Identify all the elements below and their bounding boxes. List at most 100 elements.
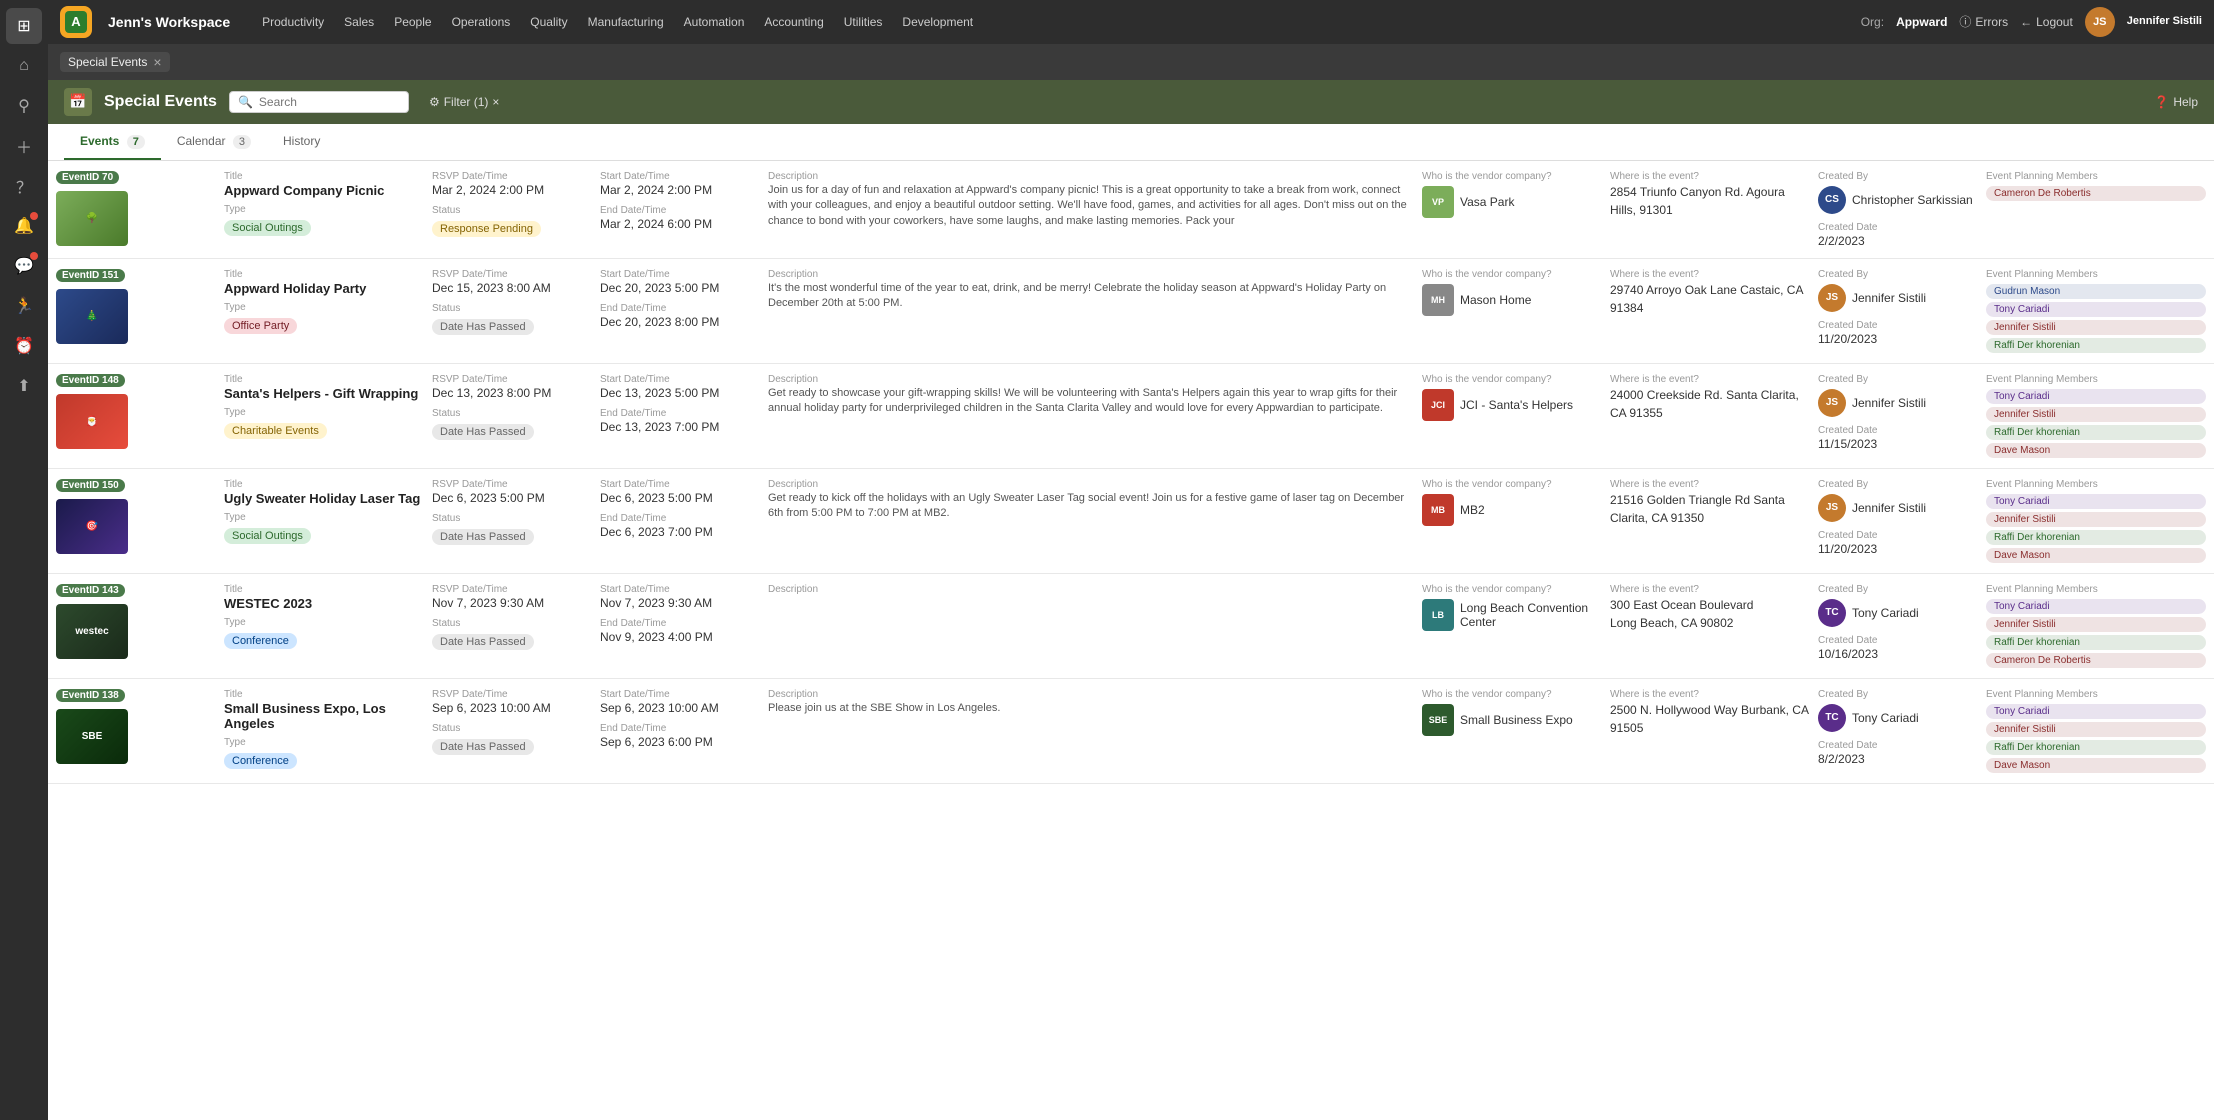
- rsvp-date: Sep 6, 2023 10:00 AM: [432, 701, 592, 715]
- event-location: 29740 Arroyo Oak Lane Castaic, CA 91384: [1610, 281, 1810, 317]
- vendor-cell: Who is the vendor company?MBMB2: [1422, 479, 1602, 526]
- creator-name: Jennifer Sistili: [1852, 501, 1926, 515]
- nav-productivity[interactable]: Productivity: [254, 11, 332, 33]
- event-location: 21516 Golden Triangle Rd Santa Clarita, …: [1610, 491, 1810, 527]
- sidebar-icon-chat[interactable]: 💬: [6, 248, 42, 284]
- event-id-badge: EventID 70: [56, 171, 119, 184]
- location-cell: Where is the event?24000 Creekside Rd. S…: [1610, 374, 1810, 422]
- event-status-badge: Date Has Passed: [432, 739, 534, 755]
- tab-history[interactable]: History: [267, 124, 336, 160]
- vendor-name: Long Beach Convention Center: [1460, 601, 1602, 629]
- rsvp-cell: RSVP Date/TimeNov 7, 2023 9:30 AMStatusD…: [432, 584, 592, 650]
- user-avatar[interactable]: JS: [2085, 7, 2115, 37]
- rsvp-date: Dec 13, 2023 8:00 PM: [432, 386, 592, 400]
- sidebar-icon-bell[interactable]: 🔔: [6, 208, 42, 244]
- event-image-cell: EventID 143westec: [56, 584, 216, 659]
- event-type-badge: Social Outings: [224, 220, 311, 236]
- nav-people[interactable]: People: [386, 11, 439, 33]
- member-chip: Tony Cariadi: [1986, 494, 2206, 509]
- table-row[interactable]: EventID 150🎯TitleUgly Sweater Holiday La…: [48, 469, 2214, 574]
- sidebar-icon-search[interactable]: ⚲: [6, 88, 42, 124]
- date-cell: Start Date/TimeSep 6, 2023 10:00 AMEnd D…: [600, 689, 760, 749]
- tag-close-icon[interactable]: ×: [153, 55, 161, 69]
- events-list: EventID 70🌳TitleAppward Company PicnicTy…: [48, 161, 2214, 1120]
- member-chip: Raffi Der khorenian: [1986, 635, 2206, 650]
- nav-development[interactable]: Development: [894, 11, 981, 33]
- sidebar-icon-add[interactable]: ＋: [6, 128, 42, 164]
- info-icon: ⓘ: [1959, 13, 1971, 30]
- members-cell: Event Planning MembersTony CariadiJennif…: [1986, 584, 2206, 668]
- sidebar-icon-grid[interactable]: ⊞: [6, 8, 42, 44]
- table-row[interactable]: EventID 151🎄TitleAppward Holiday PartyTy…: [48, 259, 2214, 364]
- tab-calendar-count: 3: [233, 135, 251, 149]
- vendor-logo: MH: [1422, 284, 1454, 316]
- table-row[interactable]: EventID 143westecTitleWESTEC 2023TypeCon…: [48, 574, 2214, 679]
- search-box[interactable]: 🔍: [229, 91, 409, 113]
- event-id-badge: EventID 150: [56, 479, 125, 492]
- filter-close-icon[interactable]: ×: [492, 95, 499, 109]
- member-chip: Raffi Der khorenian: [1986, 425, 2206, 440]
- tab-events[interactable]: Events 7: [64, 124, 161, 160]
- table-row[interactable]: EventID 138SBETitleSmall Business Expo, …: [48, 679, 2214, 784]
- nav-manufacturing[interactable]: Manufacturing: [580, 11, 672, 33]
- member-chip: Jennifer Sistili: [1986, 722, 2206, 737]
- created-by-cell: Created ByTCTony CariadiCreated Date8/2/…: [1818, 689, 1978, 766]
- nav-automation[interactable]: Automation: [676, 11, 753, 33]
- member-chip: Tony Cariadi: [1986, 389, 2206, 404]
- vendor-logo: MB: [1422, 494, 1454, 526]
- app-logo[interactable]: A: [60, 6, 92, 38]
- event-description: Join us for a day of fun and relaxation …: [768, 183, 1414, 229]
- members-cell: Event Planning MembersTony CariadiJennif…: [1986, 479, 2206, 563]
- event-image: 🌳: [56, 191, 128, 246]
- table-row[interactable]: EventID 148🎅TitleSanta's Helpers - Gift …: [48, 364, 2214, 469]
- event-image: 🎅: [56, 394, 128, 449]
- nav-sales[interactable]: Sales: [336, 11, 382, 33]
- search-input[interactable]: [259, 95, 400, 109]
- description-cell: DescriptionJoin us for a day of fun and …: [768, 171, 1414, 229]
- tabs-bar: Events 7 Calendar 3 History: [48, 124, 2214, 161]
- creator-name: Jennifer Sistili: [1852, 291, 1926, 305]
- special-events-tag[interactable]: Special Events ×: [60, 52, 170, 72]
- tab-calendar[interactable]: Calendar 3: [161, 124, 267, 160]
- members-cell: Event Planning MembersTony CariadiJennif…: [1986, 374, 2206, 458]
- member-chip: Dave Mason: [1986, 443, 2206, 458]
- bell-badge: [30, 212, 38, 220]
- sidebar-icon-help[interactable]: ？: [6, 168, 42, 204]
- filter-label: Filter (1): [444, 95, 489, 109]
- member-chip: Dave Mason: [1986, 758, 2206, 773]
- workspace-name: Jenn's Workspace: [108, 14, 230, 30]
- nav-operations[interactable]: Operations: [444, 11, 519, 33]
- tab-events-label: Events: [80, 134, 119, 148]
- nav-quality[interactable]: Quality: [522, 11, 575, 33]
- creator-name: Jennifer Sistili: [1852, 396, 1926, 410]
- start-date: Dec 6, 2023 5:00 PM: [600, 491, 760, 505]
- event-title-cell: TitleAppward Holiday PartyTypeOffice Par…: [224, 269, 424, 334]
- start-date: Nov 7, 2023 9:30 AM: [600, 596, 760, 610]
- creator-avatar: JS: [1818, 284, 1846, 312]
- sidebar-icon-home[interactable]: ⌂: [6, 48, 42, 84]
- event-id-badge: EventID 151: [56, 269, 125, 282]
- sidebar-icon-clock[interactable]: ⏰: [6, 328, 42, 364]
- event-status-badge: Date Has Passed: [432, 634, 534, 650]
- nav-utilities[interactable]: Utilities: [836, 11, 891, 33]
- tag-bar: Special Events ×: [48, 44, 2214, 80]
- members-cell: Event Planning MembersGudrun MasonTony C…: [1986, 269, 2206, 353]
- vendor-cell: Who is the vendor company?LBLong Beach C…: [1422, 584, 1602, 631]
- logout-button[interactable]: ← Logout: [2020, 15, 2073, 29]
- org-name[interactable]: Appward: [1896, 15, 1947, 29]
- help-button[interactable]: ❓ Help: [2154, 95, 2198, 109]
- filter-button[interactable]: ⚙ Filter (1) ×: [421, 91, 507, 113]
- event-status-badge: Date Has Passed: [432, 529, 534, 545]
- errors-button[interactable]: ⓘ Errors: [1959, 13, 2008, 30]
- nav-accounting[interactable]: Accounting: [756, 11, 831, 33]
- sidebar-icon-upload[interactable]: ⬆: [6, 368, 42, 404]
- created-date: 11/15/2023: [1818, 437, 1978, 451]
- vendor-name: JCI - Santa's Helpers: [1460, 398, 1573, 412]
- sidebar-icon-person[interactable]: 🏃: [6, 288, 42, 324]
- event-status-badge: Response Pending: [432, 221, 541, 237]
- vendor-cell: Who is the vendor company?VPVasa Park: [1422, 171, 1602, 218]
- end-date: Dec 20, 2023 8:00 PM: [600, 315, 760, 329]
- module-title: Special Events: [104, 93, 217, 111]
- table-row[interactable]: EventID 70🌳TitleAppward Company PicnicTy…: [48, 161, 2214, 259]
- vendor-logo: LB: [1422, 599, 1454, 631]
